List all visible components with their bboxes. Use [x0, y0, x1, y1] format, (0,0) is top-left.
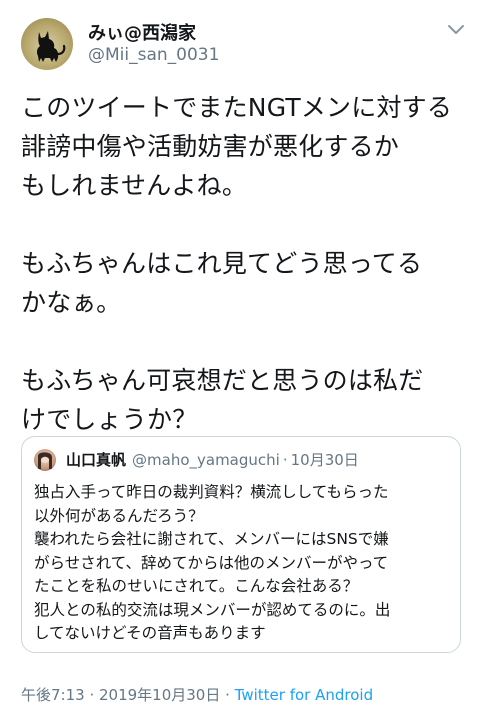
tweet-detail-page: みぃ@西潟家 @Mii_san_0031 このツイートでまたNGTメンに対する … — [0, 0, 480, 715]
tweet-time: 午後7:13 — [21, 686, 85, 704]
quoted-tweet-header: 山口真帆 @maho_yamaguchi · 10月30日 — [66, 449, 359, 471]
quoted-user-name: 山口真帆 — [66, 451, 127, 469]
black-cat-icon — [36, 31, 66, 62]
tweet-source-link[interactable]: Twitter for Android — [235, 686, 373, 704]
quoted-user-handle: @maho_yamaguchi — [132, 451, 280, 469]
portrait-icon — [38, 452, 52, 469]
tweet-text: このツイートでまたNGTメンに対する 誹謗中傷や活動妨害が悪化するか もしれませ… — [21, 93, 453, 434]
quoted-separator: · — [282, 451, 288, 469]
quoted-tweet-text: 独占入手って昨日の裁判資料？横流ししてもらった 以外何があるんだろう？ 襲われた… — [34, 483, 391, 642]
tweet-meta: 午後7:13 · 2019年10月30日 · Twitter for Andro… — [21, 684, 373, 705]
chevron-down-icon[interactable] — [445, 22, 467, 38]
meta-separator: · — [220, 686, 235, 704]
quoted-user-avatar — [34, 449, 56, 471]
quoted-tweet-card[interactable]: 山口真帆 @maho_yamaguchi · 10月30日 独占入手って昨日の裁判資料… — [21, 436, 461, 653]
user-avatar[interactable] — [21, 18, 73, 70]
display-name[interactable]: みぃ@西潟家 — [88, 19, 196, 45]
user-handle[interactable]: @Mii_san_0031 — [88, 45, 219, 65]
quoted-date: 10月30日 — [290, 451, 359, 469]
tweet-date: 2019年10月30日 — [99, 686, 221, 704]
meta-separator: · — [84, 686, 99, 704]
